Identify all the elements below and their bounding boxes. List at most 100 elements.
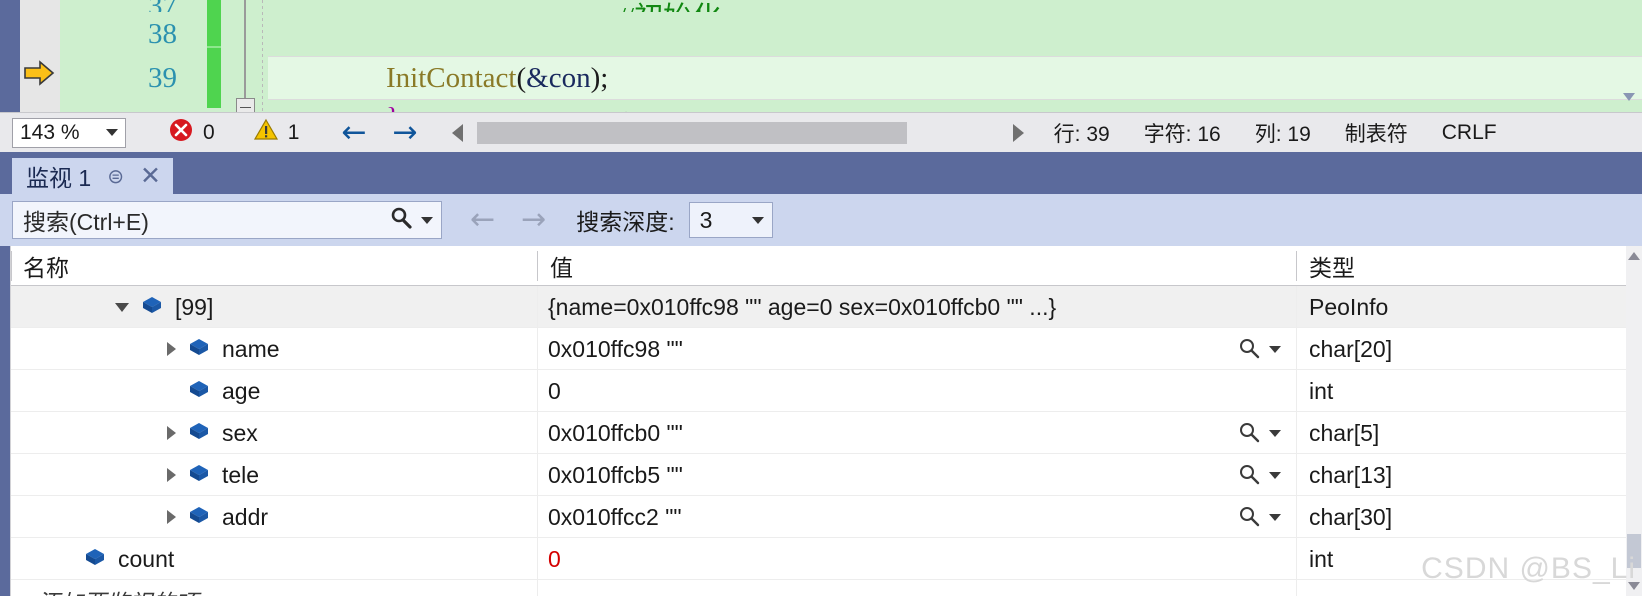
close-icon[interactable]: ✕	[140, 163, 161, 189]
cell-value[interactable]: 0x010ffcb5 ""	[538, 454, 1295, 496]
editor-scroll-down-arrow-icon[interactable]	[1620, 88, 1638, 106]
code-function-name: InitContact	[386, 62, 517, 94]
field-cube-icon	[84, 546, 106, 573]
search-depth-combobox[interactable]: 3	[688, 202, 773, 238]
cell-value[interactable]: {name=0x010ffc98 "" age=0 sex=0x010ffcb0…	[538, 286, 1295, 328]
scroll-up-arrow-icon[interactable]	[1628, 252, 1640, 260]
expander-expand-icon[interactable]	[167, 468, 176, 482]
magnifier-icon[interactable]	[388, 205, 414, 236]
watch-item-type: PeoInfo	[1309, 293, 1389, 320]
code-line-38[interactable]: InitContact(&con);	[270, 12, 1642, 94]
watch-item-name: count	[118, 545, 175, 572]
string-visualizer-button[interactable]	[1236, 336, 1281, 362]
field-cube-icon	[188, 378, 210, 405]
cell-name[interactable]: sex	[11, 412, 536, 454]
expander-expand-icon[interactable]	[167, 510, 176, 524]
code-paren-close: )	[590, 62, 601, 94]
execution-pointer-arrow-icon	[22, 58, 56, 88]
expander-expand-icon[interactable]	[167, 342, 176, 356]
cell-name[interactable]: [99]	[11, 286, 536, 328]
chevron-down-icon[interactable]	[1269, 471, 1281, 479]
search-input[interactable]: 搜索(Ctrl+E)	[12, 201, 442, 239]
editor-gutter[interactable]	[20, 0, 60, 112]
table-row[interactable]: name 0x010ffc98 "" char[20]	[11, 328, 1626, 370]
table-row[interactable]: addr 0x010ffcc2 "" char[30]	[11, 496, 1626, 538]
warning-triangle-icon	[253, 117, 279, 149]
cell-value[interactable]: 0	[538, 370, 1295, 412]
search-placeholder: 搜索(Ctrl+E)	[23, 209, 149, 235]
code-line-37[interactable]: //初始化	[270, 0, 1642, 13]
code-comment: //初始化	[618, 2, 721, 13]
chevron-down-icon[interactable]	[751, 216, 764, 224]
code-paren-open: (	[516, 62, 527, 94]
editor-navigation-arrows[interactable]: ← →	[341, 117, 418, 148]
chevron-down-icon[interactable]	[1269, 429, 1281, 437]
code-text-area[interactable]: //初始化 InitContact(&con); int input = 0;已…	[268, 0, 1642, 113]
status-line-ending[interactable]: CRLF	[1442, 121, 1497, 145]
table-row[interactable]: tele 0x010ffcb5 "" char[13]	[11, 454, 1626, 496]
watch-item-type: char[13]	[1309, 461, 1393, 488]
column-header-value[interactable]: 值	[538, 246, 1296, 286]
table-row[interactable]: [99] {name=0x010ffc98 "" age=0 sex=0x010f…	[11, 286, 1626, 328]
arrow-right-icon[interactable]: →	[393, 117, 418, 148]
string-visualizer-button[interactable]	[1236, 462, 1281, 488]
watch-grid-header: 名称 值 类型	[11, 246, 1626, 286]
chevron-down-icon[interactable]	[1269, 345, 1281, 353]
scroll-down-arrow-icon[interactable]	[1628, 582, 1640, 590]
watch-history-arrows[interactable]: ← →	[470, 205, 546, 235]
table-row[interactable]: count 0 int	[11, 538, 1626, 580]
pin-icon[interactable]: ⊜	[107, 164, 124, 189]
watch-vertical-scrollbar[interactable]	[1626, 246, 1642, 596]
zoom-level-value: 143 %	[20, 120, 80, 144]
arrow-right-icon[interactable]: →	[521, 205, 546, 235]
editor-horizontal-scrollbar[interactable]	[451, 120, 1024, 146]
string-visualizer-button[interactable]	[1236, 420, 1281, 446]
cell-name[interactable]: count	[11, 538, 536, 580]
error-count: 0	[203, 120, 215, 144]
column-header-name[interactable]: 名称	[11, 246, 537, 286]
hscroll-thumb[interactable]	[476, 121, 907, 144]
cell-name[interactable]: age	[11, 370, 536, 412]
code-editor[interactable]: 37 38 39 40 //初始化 InitContact(&con); int…	[0, 0, 1642, 112]
tab-watch-1[interactable]: 监视 1 ⊜ ✕	[12, 158, 173, 194]
tool-window-tabstrip: 监视 1 ⊜ ✕	[0, 152, 1642, 194]
line-number: 40	[60, 100, 205, 112]
table-row[interactable]: age 0 int	[11, 370, 1626, 412]
table-row[interactable]: sex 0x010ffcb0 "" char[5]	[11, 412, 1626, 454]
cell-name[interactable]: name	[11, 328, 536, 370]
scroll-left-arrow-icon[interactable]	[451, 123, 463, 142]
cell-name[interactable]: addr	[11, 496, 536, 538]
scroll-right-arrow-icon[interactable]	[1012, 123, 1024, 142]
editor-status-bar: 143 % 0 1 ← → 行: 39 字符: 16 列: 19 制表符 CRL…	[0, 112, 1642, 152]
cell-type: char[30]	[1297, 496, 1617, 538]
code-brace: }	[386, 102, 400, 113]
warning-count-group[interactable]: 1	[253, 117, 299, 149]
arrow-left-icon[interactable]: ←	[470, 205, 495, 235]
chevron-down-icon[interactable]	[421, 216, 433, 224]
watch-item-value: 0x010ffcc2 ""	[548, 503, 682, 530]
chevron-down-icon[interactable]	[106, 129, 118, 136]
cell-name[interactable]: tele	[11, 454, 536, 496]
field-cube-icon	[188, 504, 210, 531]
string-visualizer-button[interactable]	[1236, 504, 1281, 530]
line-number: 38	[148, 18, 177, 50]
expander-expand-icon[interactable]	[167, 426, 176, 440]
zoom-level-combobox[interactable]: 143 %	[12, 117, 126, 148]
hscroll-track[interactable]	[476, 121, 999, 144]
collapse-block-button[interactable]	[236, 98, 255, 112]
outlining-column[interactable]	[228, 0, 260, 112]
cell-value[interactable]: 0x010ffc98 ""	[538, 328, 1295, 370]
add-watch-row[interactable]: 添加要监视的项	[11, 580, 1626, 596]
error-count-group[interactable]: 0	[168, 117, 215, 149]
chevron-down-icon[interactable]	[1269, 513, 1281, 521]
status-indentation-mode[interactable]: 制表符	[1345, 118, 1408, 148]
vscroll-thumb[interactable]	[1627, 534, 1641, 568]
cell-value[interactable]: 0x010ffcc2 ""	[538, 496, 1295, 538]
expander-collapse-icon[interactable]	[115, 302, 129, 312]
cell-value[interactable]: 0	[538, 538, 1295, 580]
cell-value[interactable]: 0x010ffcb0 ""	[538, 412, 1295, 454]
arrow-left-icon[interactable]: ←	[341, 117, 366, 148]
column-header-type[interactable]: 类型	[1297, 246, 1617, 286]
watch-grid-body[interactable]: [99] {name=0x010ffc98 "" age=0 sex=0x010f…	[11, 286, 1626, 580]
watch-grid[interactable]: 名称 值 类型 [99] {name=0x010ffc98 "" age=0 se…	[10, 246, 1626, 596]
